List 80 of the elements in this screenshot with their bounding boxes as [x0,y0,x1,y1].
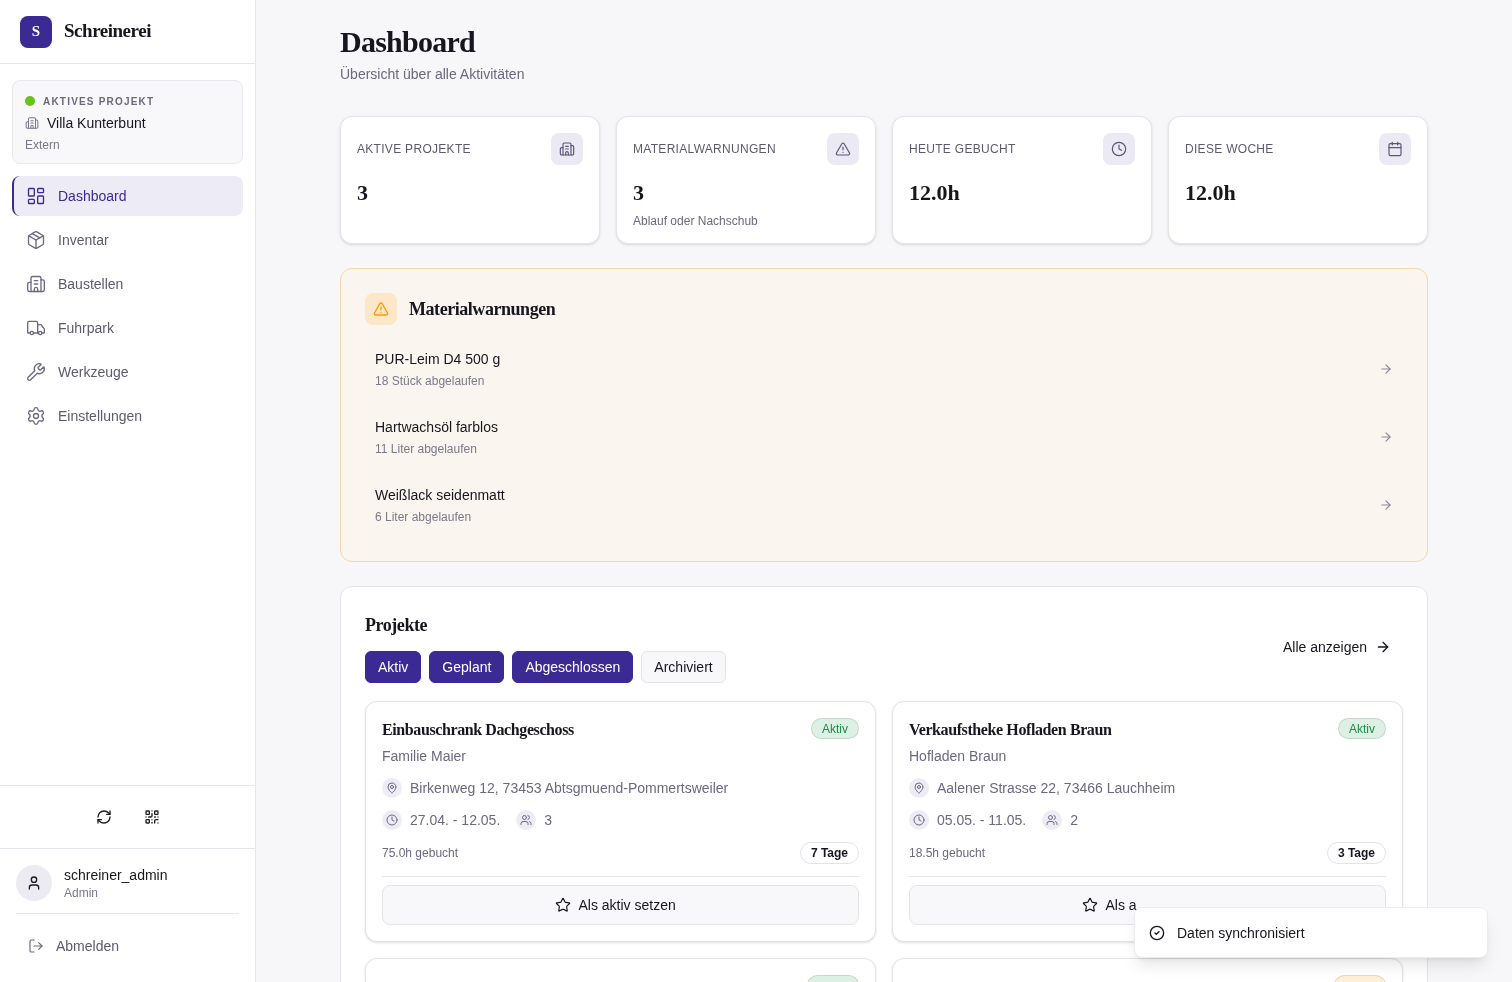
building-icon [26,274,46,294]
material-name[interactable]: Weißlack seidenmatt [375,485,505,505]
page-title: Dashboard [340,24,477,60]
dashboard-grid-icon [26,186,46,206]
project-dates: 05.05. - 11.05. [937,811,1027,830]
show-all-link[interactable]: Alle anzeigen [1270,631,1403,663]
nav-item[interactable]: Inventar [12,220,243,260]
stat-note: Ablauf oder Nachschub [633,213,759,229]
map-pin-icon [382,778,402,798]
building-icon [551,133,583,165]
warning-icon [827,133,859,165]
project-title: Verkaufstheke Hofladen Braun [909,720,1112,740]
app-name: Schreinerei [64,19,151,44]
set-active-button[interactable]: Als aktiv setzen [382,885,859,925]
users-icon [1042,810,1063,830]
qr-code-icon[interactable] [143,809,160,825]
filter-tab[interactable]: Aktiv [365,651,422,683]
worker-count: 2 [1070,811,1079,830]
project-address: Aalener Strasse 22, 73466 Lauchheim [937,779,1176,798]
active-project-label: AKTIVES PROJEKT [43,94,155,109]
booked-hours: 18.5h gebucht [909,845,986,861]
nav-item[interactable]: Fuhrpark [12,308,243,348]
material-detail: 6 Liter abgelaufen [375,509,473,525]
star-icon [554,897,571,913]
stat-value: 3 [633,179,645,207]
clock-icon [1103,133,1135,165]
warning-icon [365,293,397,325]
status-badge: Aktiv [811,718,859,739]
nav-item[interactable]: Baustellen [12,264,243,304]
user-role: Admin [64,885,99,901]
project-dates: 27.04. - 12.05. [410,811,501,830]
package-icon [26,230,46,250]
stat-value: 3 [357,179,369,207]
project-title: Einbauschrank Dachgeschoss [382,720,574,741]
toast-message: Daten synchronisiert [1177,923,1305,943]
material-detail: 11 Liter abgelaufen [375,441,478,457]
material-detail: 18 Stück abgelaufen [375,373,486,389]
truck-icon [26,318,46,338]
booked-hours: 75.0h gebucht [382,845,459,861]
clock-icon [909,810,929,830]
panel-title: Projekte [365,614,429,637]
project-address: Birkenweg 12, 73453 Abtsgmuend-Pommertsweiler [410,779,729,798]
stat-label: AKTIVE PROJEKTE [357,141,471,157]
map-pin-icon [909,778,929,798]
stat-value: 12.0h [909,179,961,207]
project-type: Extern [25,137,61,153]
page-subtitle: Übersicht über alle Aktivitäten [340,65,526,84]
status-badge: Aktiv [1338,718,1386,739]
logout-icon [28,938,44,954]
material-name[interactable]: PUR-Leim D4 500 g [375,349,501,369]
building-icon [25,116,39,130]
star-icon [1081,897,1098,913]
nav-item[interactable]: Werkzeuge [12,352,243,392]
stat-label: DIESE WOCHE [1185,141,1274,157]
check-circle-icon [1149,924,1165,941]
wrench-icon [26,362,46,382]
logout-button[interactable]: Abmelden [16,926,239,966]
settings-icon [26,406,46,426]
user-name: schreiner_admin [64,866,168,885]
refresh-icon[interactable] [95,809,112,825]
calendar-icon [1379,133,1411,165]
stat-value: 12.0h [1185,179,1237,207]
panel-title: Materialwarnungen [409,298,556,321]
project-client: Familie Maier [382,747,467,766]
project-name: Villa Kunterbunt [47,114,146,133]
avatar-icon [16,865,52,901]
project-client: Hofladen Braun [909,747,1008,766]
nav-item[interactable]: Dashboard [12,176,243,216]
filter-tab[interactable]: Abgeschlossen [512,651,634,683]
filter-tab[interactable]: Geplant [429,651,505,683]
worker-count: 3 [544,811,553,830]
stat-label: HEUTE GEBUCHT [909,141,1016,157]
arrow-right-icon [1375,639,1391,655]
filter-tab[interactable]: Archiviert [641,651,726,683]
nav-item[interactable]: Einstellungen [12,396,243,436]
clock-icon [382,810,402,830]
app-logo: S [20,15,52,48]
stat-label: MATERIALWARNUNGEN [633,141,776,157]
material-name[interactable]: Hartwachsöl farblos [375,417,498,437]
users-icon [516,810,537,830]
